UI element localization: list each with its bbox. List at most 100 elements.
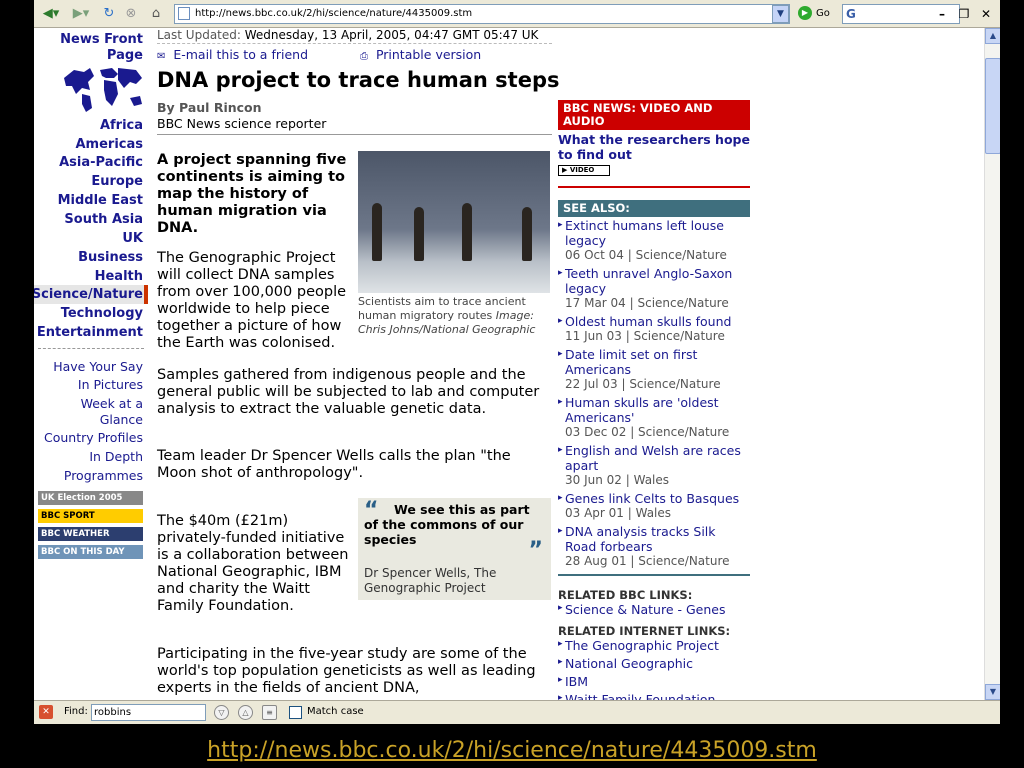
home-icon[interactable]: ⌂ — [146, 4, 166, 24]
figure-silhouette — [372, 203, 382, 261]
back-button[interactable]: ◀▾ — [38, 4, 64, 24]
see-also-title[interactable]: Oldest human skulls found — [558, 314, 750, 329]
find-next-icon[interactable]: ▽ — [214, 705, 229, 720]
see-also-item[interactable]: Teeth unravel Anglo-Saxon legacy17 Mar 0… — [558, 266, 750, 311]
scrollbar-thumb[interactable] — [985, 58, 1000, 154]
video-link[interactable]: What the researchers hope to find out — [558, 132, 750, 162]
address-bar[interactable]: http://news.bbc.co.uk/2/hi/science/natur… — [174, 4, 790, 24]
nav-middle-east[interactable]: Middle East — [58, 192, 143, 209]
nav-south-asia[interactable]: South Asia — [64, 211, 143, 228]
find-label: Find: — [64, 706, 88, 717]
nav-technology[interactable]: Technology — [61, 305, 143, 322]
nav-front-page[interactable]: News Front Page — [43, 32, 143, 64]
bbc-sport-logo[interactable]: BBC SPORT — [38, 509, 143, 523]
video-rule — [558, 186, 750, 188]
page-content: News Front Page Africa Americas Asia-Pac… — [34, 28, 984, 700]
nav-science-nature[interactable]: Science/Nature — [34, 286, 143, 303]
nav-week-at-a-glance[interactable]: Week at a Glance — [71, 396, 143, 428]
last-updated-label: Last Updated: — [157, 28, 241, 42]
nav-asia-pacific[interactable]: Asia-Pacific — [59, 154, 143, 171]
see-also-header: SEE ALSO: — [558, 200, 750, 217]
header-rule — [157, 134, 552, 135]
scroll-down-icon[interactable]: ▼ — [985, 684, 1000, 700]
nav-europe[interactable]: Europe — [91, 173, 143, 190]
match-case-checkbox[interactable] — [289, 706, 302, 719]
see-also-item[interactable]: DNA analysis tracks Silk Road forbears28… — [558, 524, 750, 569]
see-also-date: 06 Oct 04 | Science/Nature — [565, 248, 727, 262]
see-also-title[interactable]: Genes link Celts to Basques — [558, 491, 750, 506]
bbc-on-this-day-logo[interactable]: BBC ON THIS DAY — [38, 545, 143, 559]
nav-have-your-say[interactable]: Have Your Say — [53, 359, 143, 375]
see-also-item[interactable]: Extinct humans left louse legacy06 Oct 0… — [558, 218, 750, 263]
meta-divider — [157, 43, 552, 44]
nav-in-pictures[interactable]: In Pictures — [78, 377, 143, 393]
highlight-icon[interactable]: ≡ — [262, 705, 277, 720]
print-link[interactable]: ⎙ Printable version — [360, 47, 481, 62]
related-internet-link[interactable]: IBM — [558, 674, 588, 689]
see-also-date: 11 Jun 03 | Science/Nature — [565, 329, 725, 343]
paragraph-1: The Genographic Project will collect DNA… — [157, 250, 347, 351]
go-label: Go — [816, 8, 830, 19]
nav-entertainment[interactable]: Entertainment — [37, 324, 143, 341]
quote-source: Dr Spencer Wells, The Genographic Projec… — [364, 566, 497, 595]
video-button[interactable]: ▶ VIDEO — [558, 165, 610, 176]
find-bar: ✕ Find: ▽ △ ≡ Match case — [34, 700, 1000, 724]
nav-programmes[interactable]: Programmes — [64, 468, 143, 484]
nav-uk[interactable]: UK — [122, 230, 143, 247]
address-url: http://news.bbc.co.uk/2/hi/science/natur… — [195, 8, 473, 19]
forward-button[interactable]: ▶▾ — [68, 4, 94, 24]
paragraph-4: The $40m (£21m) privately-funded initiat… — [157, 513, 349, 614]
nav-health[interactable]: Health — [95, 268, 143, 285]
stop-icon[interactable]: ⊗ — [122, 4, 140, 24]
related-bbc-header: RELATED BBC LINKS: — [558, 588, 693, 602]
see-also-title[interactable]: DNA analysis tracks Silk Road forbears — [558, 524, 750, 554]
figure-silhouette — [462, 203, 472, 261]
related-internet-link[interactable]: National Geographic — [558, 656, 693, 671]
nav-country-profiles[interactable]: Country Profiles — [44, 430, 143, 446]
address-dropdown-icon[interactable]: ▼ — [772, 5, 789, 23]
see-also-item[interactable]: Human skulls are 'oldest Americans'03 De… — [558, 395, 750, 440]
related-internet-link[interactable]: The Genographic Project — [558, 638, 719, 653]
bbc-weather-logo[interactable]: BBC WEATHER — [38, 527, 143, 541]
see-also-title[interactable]: Date limit set on first Americans — [558, 347, 750, 377]
nav-in-depth[interactable]: In Depth — [89, 449, 143, 465]
quote-close-icon: ” — [528, 538, 543, 563]
uk-election-logo[interactable]: UK Election 2005 — [38, 491, 143, 505]
print-link-text: Printable version — [375, 47, 482, 62]
restore-button[interactable]: ❐ — [954, 5, 974, 23]
see-also-date: 22 Jul 03 | Science/Nature — [565, 377, 721, 391]
see-also-item[interactable]: Date limit set on first Americans22 Jul … — [558, 347, 750, 392]
scroll-up-icon[interactable]: ▲ — [985, 28, 1000, 44]
lead-paragraph: A project spanning five continents is ai… — [157, 152, 347, 236]
see-also-title[interactable]: Teeth unravel Anglo-Saxon legacy — [558, 266, 750, 296]
world-map-icon — [64, 68, 142, 112]
related-internet-header: RELATED INTERNET LINKS: — [558, 624, 731, 638]
see-also-title[interactable]: English and Welsh are races apart — [558, 443, 750, 473]
minimize-button[interactable]: – — [932, 5, 952, 23]
go-button[interactable]: ▶ Go — [798, 5, 830, 23]
reload-icon[interactable]: ↻ — [100, 4, 118, 24]
close-window-button[interactable]: ✕ — [976, 5, 996, 23]
see-also-title[interactable]: Human skulls are 'oldest Americans' — [558, 395, 750, 425]
close-find-icon[interactable]: ✕ — [39, 705, 53, 719]
paragraph-3: Team leader Dr Spencer Wells calls the p… — [157, 448, 511, 481]
match-case-label: Match case — [307, 706, 364, 717]
nav-africa[interactable]: Africa — [100, 117, 143, 134]
figure-silhouette — [414, 207, 424, 261]
see-also-title[interactable]: Extinct humans left louse legacy — [558, 218, 750, 248]
see-also-item[interactable]: Genes link Celts to Basques03 Apr 01 | W… — [558, 491, 750, 521]
browser-toolbar: ◀▾ ▶▾ ↻ ⊗ ⌂ http://news.bbc.co.uk/2/hi/s… — [34, 0, 1000, 28]
see-also-item[interactable]: Oldest human skulls found11 Jun 03 | Sci… — [558, 314, 750, 344]
last-updated: Last Updated: Wednesday, 13 April, 2005,… — [157, 28, 538, 42]
vertical-scrollbar[interactable]: ▲ ▼ — [984, 28, 1000, 700]
nav-americas[interactable]: Americas — [75, 136, 143, 153]
find-previous-icon[interactable]: △ — [238, 705, 253, 720]
byline: By Paul Rincon — [157, 100, 262, 115]
email-link[interactable]: ✉ E-mail this to a friend — [157, 47, 308, 62]
find-input[interactable] — [91, 704, 206, 721]
related-bbc-link[interactable]: Science & Nature - Genes — [558, 602, 726, 617]
see-also-item[interactable]: English and Welsh are races apart30 Jun … — [558, 443, 750, 488]
slide-url-link[interactable]: http://news.bbc.co.uk/2/hi/science/natur… — [0, 738, 1024, 763]
related-internet-link[interactable]: Waitt Family Foundation — [558, 692, 715, 700]
nav-business[interactable]: Business — [78, 249, 143, 266]
